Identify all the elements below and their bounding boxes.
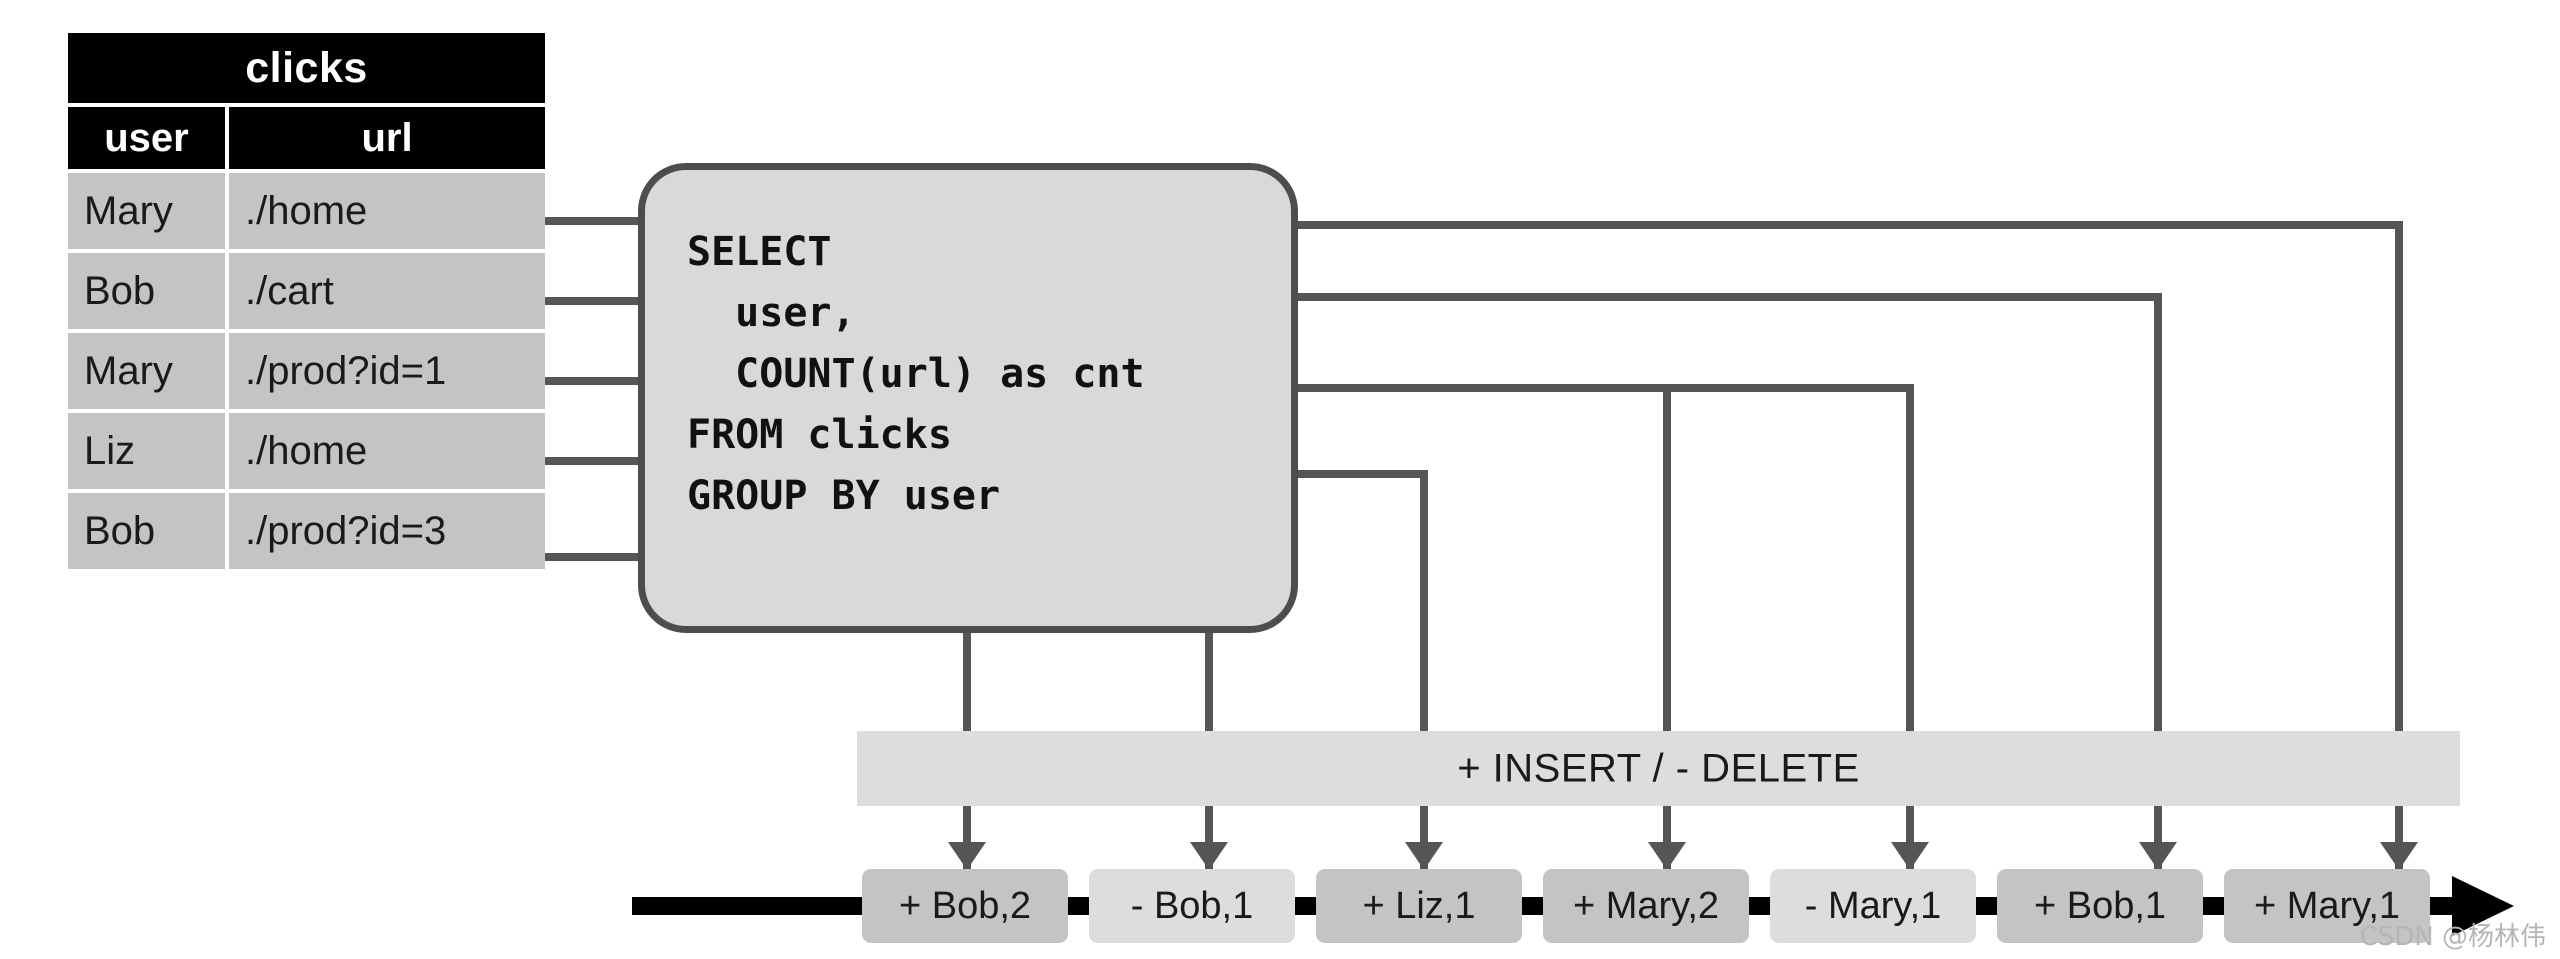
stream-event: + Bob,2 [862,869,1068,943]
changelog-arrow-6 [2154,810,2162,844]
diagram-canvas: clicks user url Mary ./home Bob ./cart M… [0,0,2560,959]
changelog-band-label: + INSERT / - DELETE [1457,746,1860,790]
watermark: CSDN @杨林伟 [2359,922,2546,952]
table-row: Liz ./home [68,413,545,489]
stream-event: + Bob,1 [1997,869,2203,943]
table-row: Mary ./home [68,173,545,249]
cell-url: ./home [229,413,545,489]
cell-url: ./prod?id=1 [229,333,545,409]
input-wire-row3 [545,377,645,385]
cell-url: ./home [229,173,545,249]
table-row: Bob ./cart [68,253,545,329]
stream-event: - Mary,1 [1770,869,1976,943]
column-header-url: url [229,107,545,169]
output-wire-c-horizontal [1290,384,1914,392]
stream-event: + Mary,2 [1543,869,1749,943]
changelog-stream: + Bob,2 - Bob,1 + Liz,1 + Mary,2 - Mary,… [862,869,2430,943]
input-wire-row4 [545,457,645,465]
changelog-band: + INSERT / - DELETE [857,731,2460,806]
input-wire-row1 [545,217,645,225]
stream-event-label: - Mary,1 [1804,884,1942,927]
changelog-arrow-5 [1906,810,1914,844]
stream-event-label: + Bob,2 [898,884,1032,927]
table-row: Bob ./prod?id=3 [68,493,545,569]
cell-url: ./cart [229,253,545,329]
stream-event: + Liz,1 [1316,869,1522,943]
table-title: clicks [68,33,545,103]
stream-event: - Bob,1 [1089,869,1295,943]
cell-user: Bob [68,493,225,569]
table-row: Mary ./prod?id=1 [68,333,545,409]
stream-event-label: + Mary,2 [1572,884,1720,927]
changelog-arrow-3 [1420,810,1428,844]
input-wire-row5 [545,553,645,561]
cell-url: ./prod?id=3 [229,493,545,569]
stream-event-label: + Bob,1 [2033,884,2167,927]
cell-user: Bob [68,253,225,329]
stream-event-label: - Bob,1 [1130,884,1254,927]
stream-event-label: + Liz,1 [1362,884,1476,927]
output-wire-b-horizontal [1290,293,2162,301]
cell-user: Mary [68,173,225,249]
cell-user: Liz [68,413,225,489]
output-wire-d-horizontal [1290,470,1428,478]
sql-query-text: SELECT user, COUNT(url) as cnt FROM clic… [687,229,1145,519]
sql-query-box: SELECT user, COUNT(url) as cnt FROM clic… [638,163,1298,633]
changelog-arrow-1 [963,810,971,844]
column-header-user: user [68,107,225,169]
clicks-source-table: clicks user url Mary ./home Bob ./cart M… [68,33,545,569]
changelog-arrow-7 [2395,810,2403,844]
input-wire-row2 [545,297,645,305]
output-wire-a-horizontal [1290,221,2403,229]
table-header-row: user url [68,107,545,169]
changelog-arrow-4 [1663,810,1671,844]
changelog-arrow-2 [1205,810,1213,844]
cell-user: Mary [68,333,225,409]
